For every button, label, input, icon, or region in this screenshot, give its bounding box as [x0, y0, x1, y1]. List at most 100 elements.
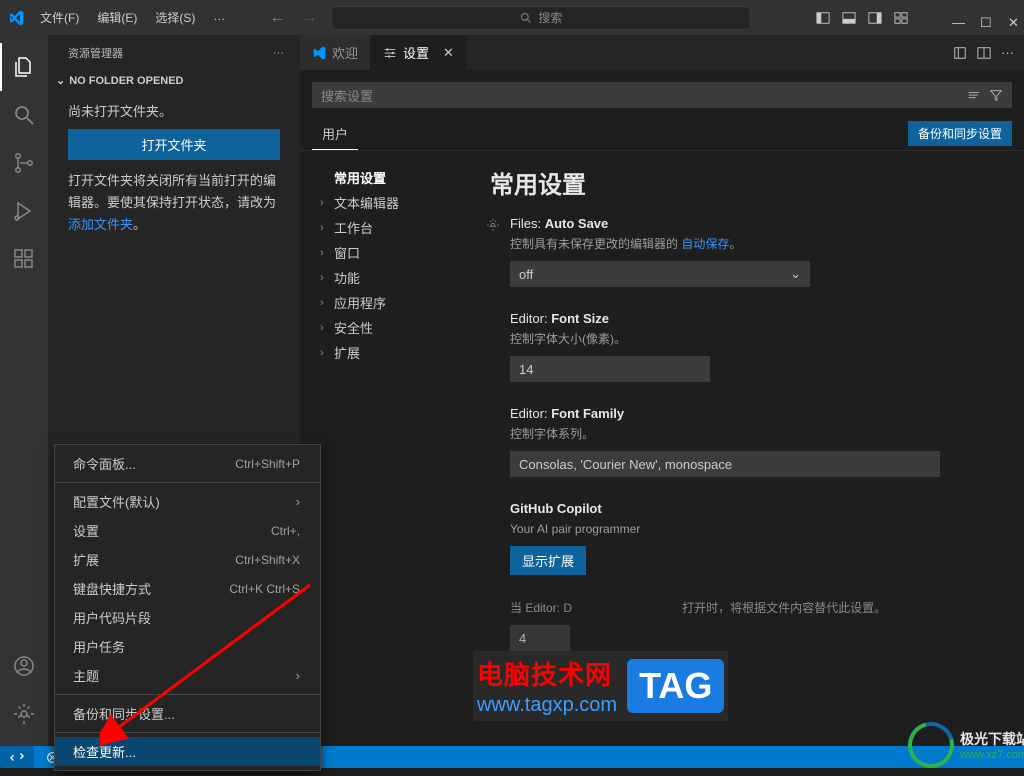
ctx-user-snippets[interactable]: 用户代码片段: [55, 603, 320, 632]
tab-welcome[interactable]: 欢迎: [300, 35, 371, 70]
tab-settings[interactable]: 设置 ✕: [371, 35, 467, 70]
ctx-user-tasks[interactable]: 用户任务: [55, 632, 320, 661]
tab-more-icon[interactable]: ···: [1001, 45, 1014, 60]
editor-tabs: 欢迎 设置 ✕ ···: [300, 35, 1024, 70]
open-folder-button[interactable]: 打开文件夹: [68, 129, 280, 160]
autosave-link[interactable]: 自动保存: [681, 237, 729, 251]
setting-tab-size: 当 Editor: D 打开时，将根据文件内容替代此设置。: [490, 599, 998, 651]
settings-heading: 常用设置: [490, 165, 998, 200]
tree-window[interactable]: ›窗口: [316, 240, 462, 265]
vscode-logo-icon: [312, 46, 326, 60]
tab-actions: ···: [953, 35, 1024, 70]
search-icon: [12, 103, 36, 127]
chevron-down-icon: ⌄: [790, 266, 801, 282]
layout-right-icon[interactable]: [868, 11, 882, 25]
settings-scope-tabs: 用户 备份和同步设置: [300, 116, 1024, 151]
sidebar-section-header[interactable]: ⌄ NO FOLDER OPENED: [48, 70, 300, 91]
activity-explorer[interactable]: [0, 43, 48, 91]
show-extension-button[interactable]: 显示扩展: [510, 546, 586, 575]
autosave-dropdown[interactable]: off⌄: [510, 261, 810, 287]
setting-font-family: Editor: Font Family 控制字体系列。: [490, 406, 998, 477]
nav-forward-icon[interactable]: →: [301, 9, 317, 27]
debug-icon: [12, 199, 36, 223]
font-size-input[interactable]: [510, 356, 710, 382]
ctx-profiles[interactable]: 配置文件(默认)›: [55, 487, 320, 516]
title-right-controls: — ☐ ✕: [816, 11, 1016, 25]
font-family-input[interactable]: [510, 451, 940, 477]
ctx-backup-sync[interactable]: 备份和同步设置...: [55, 699, 320, 728]
tree-security[interactable]: ›安全性: [316, 315, 462, 340]
source-control-icon: [12, 151, 36, 175]
activity-search[interactable]: [0, 91, 48, 139]
search-icon: [520, 12, 532, 24]
tree-common[interactable]: 常用设置: [316, 165, 462, 190]
nav-arrows: ← →: [269, 9, 317, 27]
settings-tab-user[interactable]: 用户: [312, 116, 358, 150]
setting-autosave: Files: Auto Save 控制具有未保存更改的编辑器的 自动保存。 of…: [490, 216, 998, 287]
open-json-icon[interactable]: [953, 46, 967, 60]
chevron-down-icon: ⌄: [56, 74, 65, 87]
setting-copilot: GitHub Copilot Your AI pair programmer 显…: [490, 501, 998, 575]
menu-bar: 文件(F) 编辑(E) 选择(S) …: [32, 5, 233, 30]
search-placeholder: 搜索: [538, 9, 562, 26]
menu-more[interactable]: …: [205, 5, 233, 30]
settings-icon: [383, 46, 397, 60]
sidebar-header: 资源管理器 ···: [48, 35, 300, 70]
sidebar-title: 资源管理器: [68, 45, 123, 61]
extensions-icon: [12, 247, 36, 271]
watermark-tagxp: 电脑技术网 www.tagxp.com TAG: [473, 651, 728, 721]
tree-workbench[interactable]: ›工作台: [316, 215, 462, 240]
ctx-check-updates[interactable]: 检查更新...: [55, 737, 320, 766]
menu-file[interactable]: 文件(F): [32, 5, 87, 30]
activity-accounts[interactable]: [0, 642, 48, 690]
ctx-command-palette[interactable]: 命令面板...Ctrl+Shift+P: [55, 449, 320, 478]
sidebar-body: 尚未打开文件夹。 打开文件夹 打开文件夹将关闭所有当前打开的编辑器。要使其保持打…: [48, 91, 300, 246]
sidebar-hint: 打开文件夹将关闭所有当前打开的编辑器。要使其保持打开状态，请改为 添加文件夹。: [68, 170, 280, 236]
nav-back-icon[interactable]: ←: [269, 9, 285, 27]
editor-area: 欢迎 设置 ✕ ··· 搜索设置: [300, 35, 1024, 746]
split-editor-icon[interactable]: [977, 46, 991, 60]
ctx-keyboard-shortcuts[interactable]: 键盘快捷方式Ctrl+K Ctrl+S: [55, 574, 320, 603]
add-folder-link[interactable]: 添加文件夹: [68, 217, 133, 232]
gear-icon: [12, 702, 36, 726]
tree-text-editor[interactable]: ›文本编辑器: [316, 190, 462, 215]
layout-custom-icon[interactable]: [894, 11, 908, 25]
clear-search-icon[interactable]: [967, 88, 981, 102]
sidebar-more-icon[interactable]: ···: [273, 47, 284, 59]
backup-sync-button[interactable]: 备份和同步设置: [908, 121, 1012, 146]
activity-scm[interactable]: [0, 139, 48, 187]
ctx-settings[interactable]: 设置Ctrl+,: [55, 516, 320, 545]
account-icon: [12, 654, 36, 678]
tree-extensions[interactable]: ›扩展: [316, 340, 462, 365]
layout-left-icon[interactable]: [816, 11, 830, 25]
setting-font-size: Editor: Font Size 控制字体大小(像素)。: [490, 311, 998, 382]
ctx-extensions[interactable]: 扩展Ctrl+Shift+X: [55, 545, 320, 574]
window-maximize-icon[interactable]: ☐: [972, 11, 988, 25]
tab-size-input[interactable]: [510, 625, 570, 651]
activity-bar: [0, 35, 48, 746]
window-close-icon[interactable]: ✕: [1000, 11, 1016, 25]
manage-context-menu: 命令面板...Ctrl+Shift+P 配置文件(默认)› 设置Ctrl+, 扩…: [54, 444, 321, 771]
activity-extensions[interactable]: [0, 235, 48, 283]
window-minimize-icon[interactable]: —: [944, 11, 960, 25]
ctx-themes[interactable]: 主题›: [55, 661, 320, 690]
activity-manage[interactable]: [0, 690, 48, 738]
settings-editor: 搜索设置 用户 备份和同步设置 常用设置 ›文本编辑器 ›工作台 ›窗口 ›功能: [300, 70, 1024, 746]
tree-applications[interactable]: ›应用程序: [316, 290, 462, 315]
menu-select[interactable]: 选择(S): [147, 5, 203, 30]
tree-features[interactable]: ›功能: [316, 265, 462, 290]
gear-icon[interactable]: [486, 218, 500, 232]
vscode-logo-icon: [8, 10, 24, 26]
files-icon: [12, 55, 36, 79]
layout-bottom-icon[interactable]: [842, 11, 856, 25]
command-center[interactable]: 搜索: [331, 6, 751, 30]
remote-indicator[interactable]: [0, 746, 34, 768]
settings-toc: 常用设置 ›文本编辑器 ›工作台 ›窗口 ›功能 ›应用程序 ›安全性 ›扩展: [300, 151, 470, 746]
activity-debug[interactable]: [0, 187, 48, 235]
settings-search-input[interactable]: 搜索设置: [312, 82, 1012, 108]
remote-icon: [10, 750, 24, 764]
tab-close-icon[interactable]: ✕: [443, 45, 454, 61]
menu-edit[interactable]: 编辑(E): [89, 5, 145, 30]
filter-icon[interactable]: [989, 88, 1003, 102]
no-folder-message: 尚未打开文件夹。: [68, 101, 280, 123]
